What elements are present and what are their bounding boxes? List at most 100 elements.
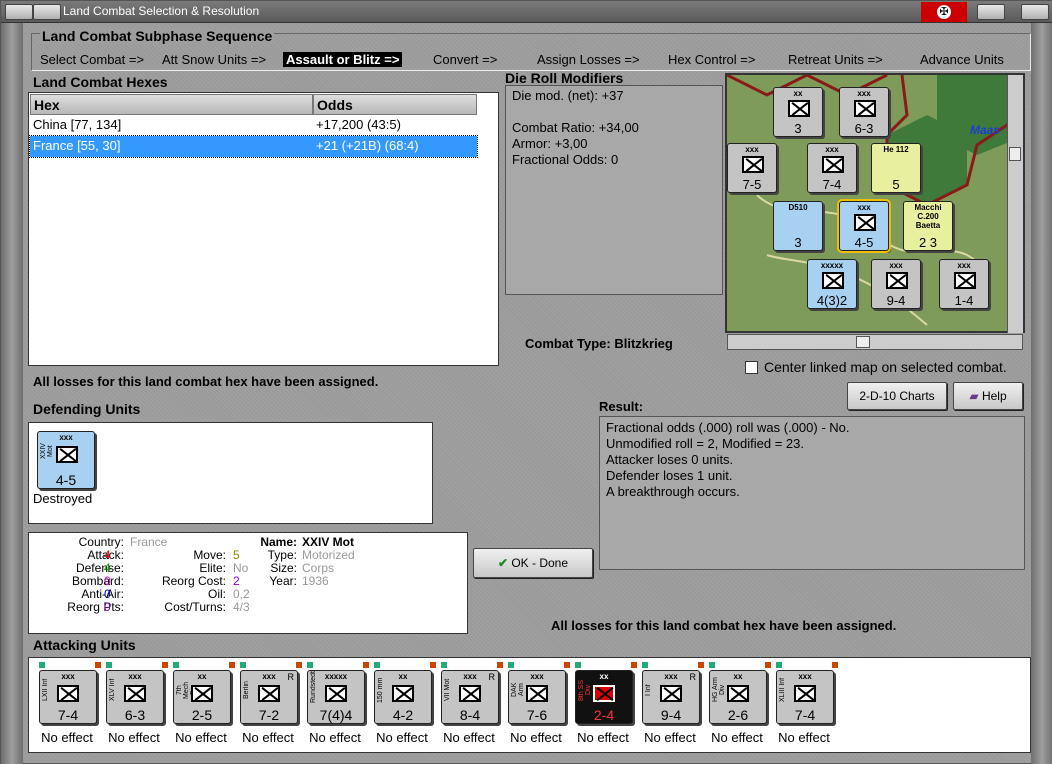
linked-map[interactable]: Maas xx 3 xxx 6-3 xxx 7-5 xxx 7-4 He 112 5 D5…	[725, 73, 1025, 333]
unit-effect: No effect	[644, 730, 696, 745]
map-aircraft-counter[interactable]: He 112 5	[871, 143, 921, 193]
armor-line: Armor: +3,00	[512, 136, 588, 151]
status-dot-icon	[173, 662, 179, 668]
system-menu-button[interactable]	[5, 4, 33, 20]
elite-key: Elite:	[199, 561, 226, 575]
year-key: Year:	[269, 574, 297, 588]
ok-done-button[interactable]: ✔ OK - Done	[473, 548, 593, 578]
table-row[interactable]: China [77, 134] +17,200 (43:5)	[30, 115, 477, 136]
scroll-thumb[interactable]	[1009, 147, 1021, 161]
unit-effect: No effect	[376, 730, 428, 745]
status-dot-icon	[776, 662, 782, 668]
reorg-cost-key: Reorg Cost:	[161, 574, 226, 588]
combat-type-value: Blitzkrieg	[614, 336, 673, 351]
attacking-unit[interactable]: xx 150 mm 4-2 No effect	[368, 662, 436, 748]
defense-key: Defense:	[75, 561, 124, 575]
map-counter[interactable]: xxxxx 4(3)2	[807, 259, 857, 309]
name-key: Name:	[260, 535, 297, 549]
unit-counter[interactable]: xx HG Arm Div 2-6	[709, 670, 767, 724]
unit-symbol-icon	[392, 685, 414, 702]
column-header-hex[interactable]: Hex	[30, 94, 313, 115]
help-title-button[interactable]	[977, 4, 1005, 20]
attacking-unit[interactable]: xxx XLV Inf 6-3 No effect	[100, 662, 168, 748]
type-value: Motorized	[302, 548, 355, 562]
attack-value: 4	[104, 548, 111, 562]
oil-key: Oil:	[208, 587, 226, 601]
status-dot-icon	[106, 662, 112, 668]
defending-units-box: xxx XXIV Mot 4-5 Destroyed	[28, 422, 433, 524]
die-roll-modifiers-panel: Die mod. (net): +37 Combat Ratio: +34,00…	[505, 85, 723, 295]
unit-symbol-icon	[526, 685, 548, 702]
size-value: Corps	[302, 561, 335, 575]
status-dot-icon	[642, 662, 648, 668]
map-vertical-scrollbar[interactable]	[1007, 75, 1023, 333]
attacking-unit[interactable]: xxx Berlin R 7-2 No effect	[234, 662, 302, 748]
step-assault-or-blitz: Assault or Blitz =>	[283, 52, 403, 67]
attacking-unit[interactable]: xxx LXII Inf 7-4 No effect	[33, 662, 101, 748]
reorg-cost-value: 2	[233, 574, 240, 588]
attacking-unit[interactable]: xxx XLIII Inf 7-4 No effect	[770, 662, 838, 748]
minimize-button[interactable]	[33, 4, 61, 20]
status-dot-icon	[374, 662, 380, 668]
column-header-odds[interactable]: Odds	[313, 94, 477, 115]
attacking-unit[interactable]: xx7th Mech Div2-5 No effect	[167, 662, 235, 748]
unit-counter[interactable]: xxx Berlin R 7-2	[240, 670, 298, 724]
unit-counter[interactable]: xxx I Inf R 9-4	[642, 670, 700, 724]
unit-counter[interactable]: xxx VII Mot R 8-4	[441, 670, 499, 724]
attacking-unit[interactable]: xxxxx Rundstedt 7(4)4 No effect	[301, 662, 369, 748]
status-dot-icon	[240, 662, 246, 668]
map-counter[interactable]: xxx 6-3	[839, 87, 889, 137]
unit-counter[interactable]: xxxxx Rundstedt 7(4)4	[307, 670, 365, 724]
title-bar[interactable]: Land Combat Selection & Resolution ✠	[1, 1, 1052, 23]
combat-type-label: Combat Type:	[525, 336, 611, 351]
ok-done-label: OK - Done	[511, 556, 569, 570]
result-line: Fractional odds (.000) roll was (.000) -…	[606, 420, 850, 435]
losses-message-bottom: All losses for this land combat hex have…	[551, 618, 897, 633]
defending-unit-counter[interactable]: xxx XXIV Mot 4-5	[37, 431, 95, 489]
unit-counter[interactable]: xx 150 mm 4-2	[374, 670, 432, 724]
odds-cell: +21 (+21B) (68:4)	[316, 138, 419, 153]
map-counter[interactable]: xxx 1-4	[939, 259, 989, 309]
close-button[interactable]	[1021, 4, 1049, 20]
unit-effect: No effect	[309, 730, 361, 745]
table-row-selected[interactable]: France [55, 30] +21 (+21B) (68:4)	[29, 135, 478, 158]
result-line: Attacker loses 0 units.	[606, 452, 734, 467]
unit-counter[interactable]: xx 8th SS Div 2-4	[575, 670, 633, 724]
unit-counter[interactable]: xxx XLV Inf 6-3	[106, 670, 164, 724]
help-button[interactable]: ▰ Help	[953, 382, 1023, 410]
map-counter[interactable]: xxx 7-5	[727, 143, 777, 193]
unit-symbol-icon	[325, 685, 347, 702]
unit-counter[interactable]: xx7th Mech Div2-5	[173, 670, 231, 724]
attacking-unit[interactable]: xx 8th SS Div 2-4 No effect	[569, 662, 637, 748]
map-counter-selected[interactable]: xxx 4-5	[837, 199, 891, 253]
right-frame	[1031, 23, 1052, 764]
unit-symbol-icon	[124, 685, 146, 702]
reorg-pts-value: 0	[104, 600, 111, 614]
unit-counter[interactable]: xxx XLIII Inf 7-4	[776, 670, 834, 724]
attacking-unit[interactable]: xxx I Inf R 9-4 No effect	[636, 662, 704, 748]
unit-counter[interactable]: xxx DAK Arm 7-6	[508, 670, 566, 724]
attacking-unit[interactable]: xxx VII Mot R 8-4 No effect	[435, 662, 503, 748]
losses-message-top: All losses for this land combat hex have…	[33, 374, 379, 389]
unit-counter[interactable]: xxx LXII Inf 7-4	[39, 670, 97, 724]
charts-button[interactable]: 2-D-10 Charts	[847, 382, 947, 410]
map-aircraft-counter[interactable]: D510 3	[773, 201, 823, 251]
help-button-label: Help	[981, 389, 1007, 403]
map-aircraft-counter[interactable]: Macchi C.200 Baetta 2 3	[903, 201, 953, 251]
country-value: France	[130, 535, 168, 549]
window-title: Land Combat Selection & Resolution	[63, 4, 260, 18]
combat-hexes-table: Hex Odds China [77, 134] +17,200 (43:5) …	[28, 92, 499, 366]
unit-symbol-icon	[660, 685, 682, 702]
map-counter[interactable]: xxx 9-4	[871, 259, 921, 309]
move-key: Move:	[193, 548, 226, 562]
center-map-checkbox[interactable]	[745, 361, 758, 374]
map-counter[interactable]: xx 3	[773, 87, 823, 137]
status-dot-icon	[307, 662, 313, 668]
scroll-thumb[interactable]	[856, 336, 870, 348]
attacking-unit[interactable]: xxx DAK Arm 7-6 No effect	[502, 662, 570, 748]
defending-unit-status: Destroyed	[33, 491, 93, 506]
attacking-unit[interactable]: xx HG Arm Div 2-6 No effect	[703, 662, 771, 748]
map-horizontal-scrollbar[interactable]	[727, 334, 1023, 350]
map-counter[interactable]: xxx 7-4	[807, 143, 857, 193]
unit-info-panel: Country: France Attack: 4 Defense: 4 Bom…	[28, 532, 468, 634]
